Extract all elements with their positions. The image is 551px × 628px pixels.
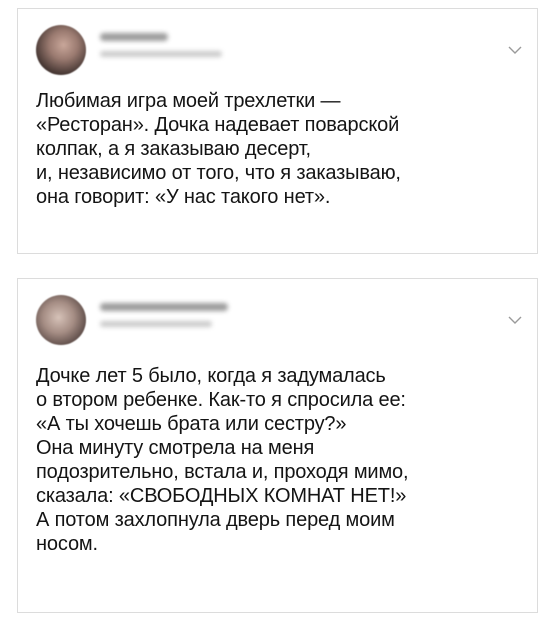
- tweet-line: носом.: [36, 533, 98, 555]
- tweet-card-2: Дочке лет 5 было, когда я задумалась о в…: [17, 278, 538, 613]
- tweet-line: колпак, а я заказываю десерт,: [36, 138, 311, 160]
- chevron-down-icon[interactable]: [507, 45, 523, 55]
- avatar[interactable]: [36, 295, 86, 345]
- tweet-line: Любимая игра моей трехлетки —: [36, 90, 341, 112]
- tweet-line: и, независимо от того, что я заказываю,: [36, 162, 401, 184]
- author-handle-blurred: [100, 321, 212, 327]
- tweet-line: сказала: «СВОБОДНЫХ КОМНАТ НЕТ!»: [36, 485, 407, 507]
- chevron-down-icon[interactable]: [507, 315, 523, 325]
- tweet-card-1: Любимая игра моей трехлетки — «Ресторан»…: [17, 8, 538, 254]
- tweet-line: Она минуту смотрела на меня: [36, 437, 315, 459]
- tweet-line: о втором ребенке. Как-то я спросила ее:: [36, 389, 406, 411]
- tweet-line: «А ты хочешь брата или сестру?»: [36, 413, 347, 435]
- tweet-line: «Ресторан». Дочка надевает поварской: [36, 114, 400, 136]
- author-handle-blurred: [100, 51, 222, 57]
- avatar[interactable]: [36, 25, 86, 75]
- tweet-text: Дочке лет 5 было, когда я задумалась о в…: [36, 364, 531, 556]
- tweet-line: она говорит: «У нас такого нет».: [36, 186, 331, 208]
- author-name-blurred[interactable]: [100, 303, 228, 311]
- author-name-blurred[interactable]: [100, 33, 168, 41]
- tweet-text: Любимая игра моей трехлетки — «Ресторан»…: [36, 89, 531, 209]
- tweet-line: Дочке лет 5 было, когда я задумалась: [36, 365, 386, 387]
- tweet-line: А потом захлопнула дверь перед моим: [36, 509, 395, 531]
- tweet-line: подозрительно, встала и, проходя мимо,: [36, 461, 409, 483]
